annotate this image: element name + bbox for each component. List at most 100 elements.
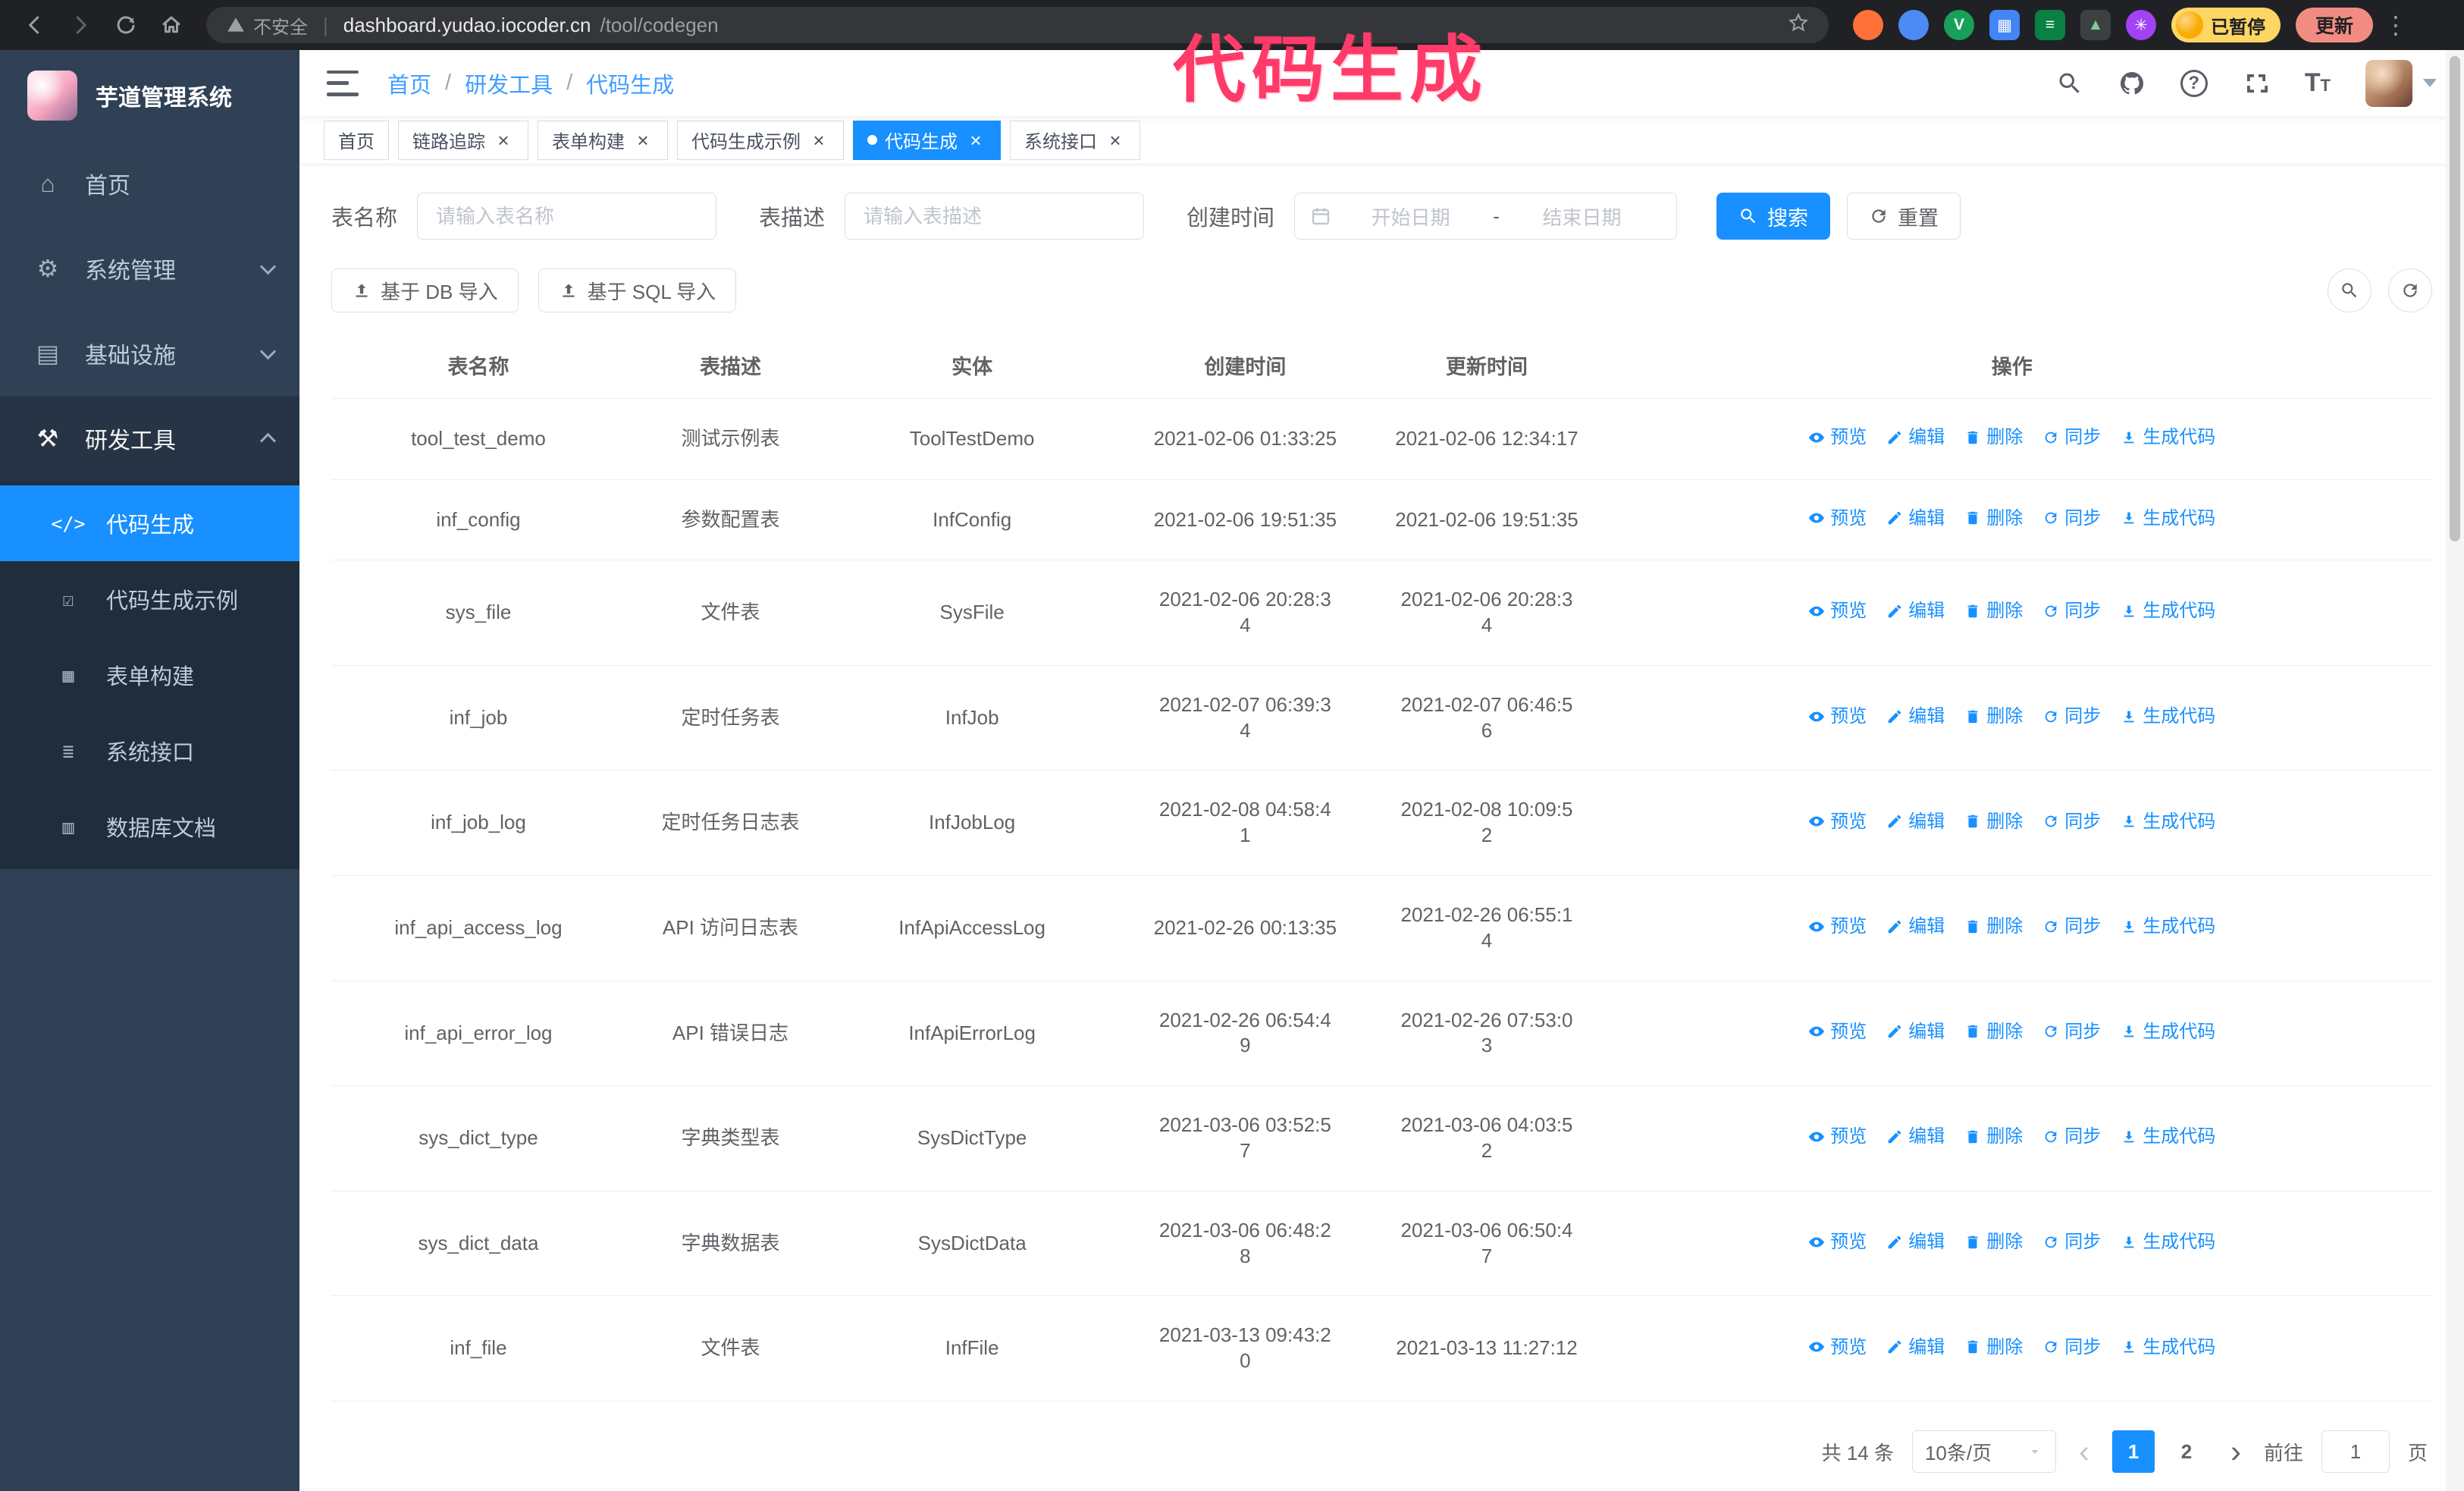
preview-link[interactable]: 预览 bbox=[1808, 425, 1867, 449]
sync-link[interactable]: 同步 bbox=[2042, 507, 2101, 530]
extension-icon[interactable]: ▦ bbox=[1989, 10, 2020, 40]
preview-link[interactable]: 预览 bbox=[1808, 599, 1867, 623]
browser-update-button[interactable]: 更新 bbox=[2296, 8, 2374, 42]
edit-link[interactable]: 编辑 bbox=[1886, 1020, 1945, 1044]
sidebar-toggle-icon[interactable] bbox=[327, 70, 359, 96]
app-logo[interactable]: 芋道管理系统 bbox=[0, 50, 299, 141]
edit-link[interactable]: 编辑 bbox=[1886, 705, 1945, 728]
tab-2[interactable]: 表单构建 × bbox=[538, 120, 668, 160]
delete-link[interactable]: 删除 bbox=[1964, 915, 2023, 938]
sync-link[interactable]: 同步 bbox=[2042, 1125, 2101, 1148]
delete-link[interactable]: 删除 bbox=[1964, 507, 2023, 530]
table-desc-input[interactable] bbox=[845, 193, 1145, 240]
generate-code-link[interactable]: 生成代码 bbox=[2121, 810, 2215, 833]
create-time-range-picker[interactable]: 开始日期 - 结束日期 bbox=[1294, 193, 1678, 240]
sync-link[interactable]: 同步 bbox=[2042, 705, 2101, 728]
fullscreen-icon[interactable] bbox=[2243, 70, 2270, 97]
not-secure-warning-icon[interactable]: 不安全 bbox=[226, 12, 308, 39]
sync-link[interactable]: 同步 bbox=[2042, 1230, 2101, 1254]
preview-link[interactable]: 预览 bbox=[1808, 810, 1867, 833]
address-bar[interactable]: 不安全 | dashboard.yudao.iocoder.cn/tool/co… bbox=[206, 7, 1829, 43]
close-icon[interactable]: × bbox=[965, 130, 986, 151]
sidebar-item-system-api[interactable]: ≣ 系统接口 bbox=[0, 713, 299, 789]
generate-code-link[interactable]: 生成代码 bbox=[2121, 705, 2215, 728]
preview-link[interactable]: 预览 bbox=[1808, 1020, 1867, 1044]
prev-page-button[interactable]: ‹ bbox=[2074, 1436, 2094, 1467]
delete-link[interactable]: 删除 bbox=[1964, 705, 2023, 728]
back-icon[interactable] bbox=[15, 5, 55, 45]
delete-link[interactable]: 删除 bbox=[1964, 1336, 2023, 1359]
import-sql-button[interactable]: 基于 SQL 导入 bbox=[538, 268, 737, 313]
extension-icon[interactable]: ≡ bbox=[2035, 10, 2065, 40]
breadcrumb-item[interactable]: 首页 bbox=[387, 67, 431, 99]
tab-0[interactable]: 首页 bbox=[324, 120, 389, 160]
close-icon[interactable]: × bbox=[808, 130, 829, 151]
bookmark-star-icon[interactable] bbox=[1788, 12, 1809, 39]
github-icon[interactable] bbox=[2118, 70, 2146, 97]
generate-code-link[interactable]: 生成代码 bbox=[2121, 425, 2215, 449]
delete-link[interactable]: 删除 bbox=[1964, 425, 2023, 449]
edit-link[interactable]: 编辑 bbox=[1886, 1336, 1945, 1359]
page-size-select[interactable]: 10条/页 bbox=[1911, 1430, 2056, 1473]
font-size-icon[interactable]: TT bbox=[2305, 68, 2331, 98]
sidebar-item-infrastructure[interactable]: ▤ 基础设施 bbox=[0, 311, 299, 396]
tab-3[interactable]: 代码生成示例 × bbox=[677, 120, 844, 160]
generate-code-link[interactable]: 生成代码 bbox=[2121, 1336, 2215, 1359]
edit-link[interactable]: 编辑 bbox=[1886, 599, 1945, 623]
preview-link[interactable]: 预览 bbox=[1808, 705, 1867, 728]
extension-icon[interactable] bbox=[1898, 10, 1929, 40]
preview-link[interactable]: 预览 bbox=[1808, 507, 1867, 530]
sync-link[interactable]: 同步 bbox=[2042, 915, 2101, 938]
reset-button[interactable]: 重置 bbox=[1847, 193, 1961, 240]
delete-link[interactable]: 删除 bbox=[1964, 1125, 2023, 1148]
delete-link[interactable]: 删除 bbox=[1964, 599, 2023, 623]
user-menu[interactable] bbox=[2365, 59, 2437, 107]
home-icon[interactable] bbox=[152, 5, 191, 45]
page-button-1[interactable]: 1 bbox=[2111, 1430, 2155, 1473]
delete-link[interactable]: 删除 bbox=[1964, 1230, 2023, 1254]
sync-link[interactable]: 同步 bbox=[2042, 599, 2101, 623]
generate-code-link[interactable]: 生成代码 bbox=[2121, 1125, 2215, 1148]
edit-link[interactable]: 编辑 bbox=[1886, 915, 1945, 938]
preview-link[interactable]: 预览 bbox=[1808, 915, 1867, 938]
sync-link[interactable]: 同步 bbox=[2042, 810, 2101, 833]
delete-link[interactable]: 删除 bbox=[1964, 810, 2023, 833]
help-icon[interactable]: ? bbox=[2180, 69, 2208, 97]
extension-icon[interactable] bbox=[1853, 10, 1883, 40]
edit-link[interactable]: 编辑 bbox=[1886, 507, 1945, 530]
extension-icon[interactable]: ✳ bbox=[2126, 10, 2156, 40]
tab-4[interactable]: 代码生成 × bbox=[853, 120, 1001, 160]
extension-icon[interactable]: V bbox=[1944, 10, 1974, 40]
generate-code-link[interactable]: 生成代码 bbox=[2121, 599, 2215, 623]
scrollbar[interactable] bbox=[2446, 50, 2464, 1491]
delete-link[interactable]: 删除 bbox=[1964, 1020, 2023, 1044]
generate-code-link[interactable]: 生成代码 bbox=[2121, 1230, 2215, 1254]
generate-code-link[interactable]: 生成代码 bbox=[2121, 507, 2215, 530]
page-button-2[interactable]: 2 bbox=[2165, 1430, 2208, 1473]
close-icon[interactable]: × bbox=[493, 130, 514, 151]
sidebar-item-home[interactable]: ⌂ 首页 bbox=[0, 141, 299, 226]
search-button[interactable]: 搜索 bbox=[1716, 193, 1831, 240]
scrollbar-thumb[interactable] bbox=[2450, 56, 2460, 541]
close-icon[interactable]: × bbox=[632, 130, 654, 151]
sync-link[interactable]: 同步 bbox=[2042, 1336, 2101, 1359]
edit-link[interactable]: 编辑 bbox=[1886, 425, 1945, 449]
search-icon[interactable] bbox=[2056, 70, 2083, 97]
generate-code-link[interactable]: 生成代码 bbox=[2121, 1020, 2215, 1044]
sidebar-item-codegen-example[interactable]: ☑ 代码生成示例 bbox=[0, 561, 299, 637]
edit-link[interactable]: 编辑 bbox=[1886, 1230, 1945, 1254]
refresh-table-button[interactable] bbox=[2388, 268, 2432, 313]
sidebar-item-db-doc[interactable]: ▥ 数据库文档 bbox=[0, 789, 299, 865]
breadcrumb-item[interactable]: 代码生成 bbox=[586, 67, 674, 99]
sidebar-item-system-admin[interactable]: ⚙ 系统管理 bbox=[0, 226, 299, 311]
toggle-search-button[interactable] bbox=[2328, 268, 2372, 313]
reload-icon[interactable] bbox=[106, 5, 146, 45]
extension-icon[interactable]: ▲ bbox=[2080, 10, 2111, 40]
generate-code-link[interactable]: 生成代码 bbox=[2121, 915, 2215, 938]
preview-link[interactable]: 预览 bbox=[1808, 1336, 1867, 1359]
breadcrumb-item[interactable]: 研发工具 bbox=[465, 67, 553, 99]
import-db-button[interactable]: 基于 DB 导入 bbox=[331, 268, 519, 313]
next-page-button[interactable]: › bbox=[2226, 1436, 2246, 1467]
goto-page-input[interactable] bbox=[2321, 1430, 2390, 1473]
tab-5[interactable]: 系统接口 × bbox=[1010, 120, 1140, 160]
